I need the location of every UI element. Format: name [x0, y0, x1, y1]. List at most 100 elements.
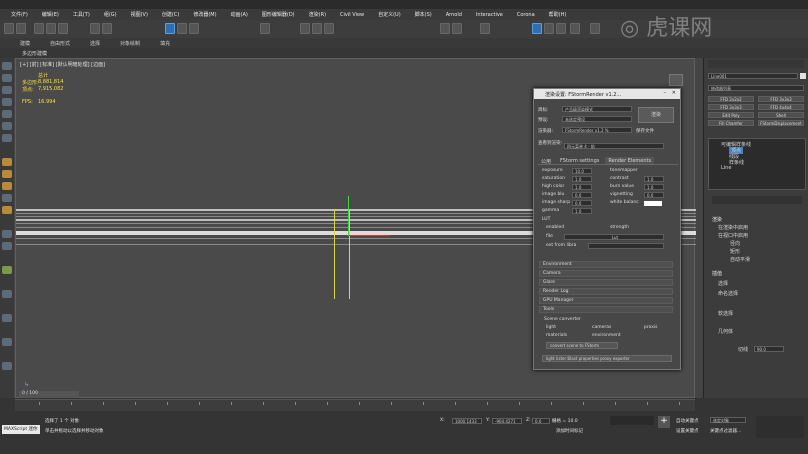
auto-smooth-checkbox[interactable]: 自动平滑: [730, 256, 750, 263]
rotate-icon[interactable]: [177, 23, 187, 34]
tree-icon[interactable]: [2, 266, 12, 274]
redo-icon[interactable]: [16, 23, 26, 34]
modifier-list-select[interactable]: 修改器列表: [708, 85, 804, 91]
systems-icon[interactable]: [2, 134, 12, 142]
ffd-3x3x3-button[interactable]: FFD 3x3x3: [758, 96, 804, 102]
menu-customize[interactable]: 自定义(U): [371, 11, 408, 18]
stack-controls[interactable]: [712, 196, 802, 204]
create-icon[interactable]: [2, 62, 12, 70]
param-value[interactable]: 1.0: [572, 176, 592, 182]
radial-radio[interactable]: 径向: [730, 240, 740, 247]
light-checkbox[interactable]: light: [546, 325, 556, 330]
rollout-selection[interactable]: 选择: [718, 280, 728, 287]
move-icon[interactable]: [165, 23, 175, 34]
teapot-icon[interactable]: [2, 170, 12, 178]
rollout-interpolation[interactable]: 插值: [712, 270, 722, 277]
rollout-environment[interactable]: Environment: [539, 261, 673, 268]
lut-library-select[interactable]: [588, 243, 664, 249]
menu-scripting[interactable]: 脚本(S): [408, 11, 439, 18]
param-value[interactable]: 0.0: [572, 192, 592, 198]
cone-icon[interactable]: [2, 242, 12, 250]
select-icon[interactable]: [90, 23, 100, 34]
tab-fstorm-settings[interactable]: FStorm settings: [557, 157, 602, 164]
ffd-3x3x3-button-2[interactable]: FFD 3x3x3: [708, 104, 754, 110]
tab-selection[interactable]: 选择: [90, 40, 100, 47]
playback-controls[interactable]: [610, 416, 654, 425]
viewcube-icon[interactable]: [669, 74, 683, 86]
fstorm-displacement-button[interactable]: FStormDisplacement: [758, 120, 804, 126]
helpers-icon[interactable]: [2, 110, 12, 118]
environment-checkbox[interactable]: environment: [592, 333, 621, 338]
modifier-stack[interactable]: 可编辑样条线 顶点 线段 样条线 Line: [708, 138, 806, 190]
ribbon-sub-label[interactable]: 多边形建模: [22, 50, 47, 57]
set-key-button[interactable]: 设置关键点: [676, 428, 699, 434]
param-value[interactable]: 1.0: [572, 184, 592, 190]
rendered-frame-icon[interactable]: [544, 23, 554, 34]
scene-explorer-icon[interactable]: [2, 314, 12, 322]
tab-render-elements[interactable]: Render Elements: [605, 157, 655, 164]
enable-in-viewport[interactable]: 在视口中启用: [718, 232, 748, 239]
param-value[interactable]: 0.0: [572, 200, 592, 206]
select-by-name-icon[interactable]: [102, 23, 112, 34]
sphere-icon[interactable]: [2, 158, 12, 166]
edit-poly-button[interactable]: Edit Poly: [708, 112, 754, 118]
dialog-title-bar[interactable]: 渲染设置: FStormRender v1.2...: [534, 89, 680, 99]
render-setup-dialog[interactable]: 渲染设置: FStormRender v1.2... – ✕ 目标: 产品级渲染…: [533, 88, 681, 370]
percent-snap-icon[interactable]: [324, 23, 334, 34]
key-filters-button[interactable]: 关键点过滤器...: [710, 428, 741, 434]
menu-arnold[interactable]: Arnold: [439, 12, 469, 18]
timeline[interactable]: 0 / 100: [15, 391, 695, 411]
fill-chamfer-button[interactable]: Fill Chamfer: [708, 120, 754, 126]
gizmo-y-axis[interactable]: [348, 196, 349, 236]
cut-value[interactable]: 90.0: [754, 346, 784, 352]
cameras-checkbox[interactable]: cameras: [592, 325, 611, 330]
rectangular-radio[interactable]: 矩形: [730, 248, 740, 255]
stack-item[interactable]: Line: [721, 165, 731, 171]
tab-object-paint[interactable]: 对象绘制: [120, 40, 140, 47]
render-icon[interactable]: [556, 23, 566, 34]
param-value[interactable]: 0.0: [644, 192, 664, 198]
set-key-icon[interactable]: +: [658, 416, 670, 428]
view-select[interactable]: 四元菜单 4 - 前: [564, 143, 664, 149]
param-value[interactable]: 1.0: [644, 176, 664, 182]
x-coordinate[interactable]: 1000.1433: [452, 418, 482, 424]
tab-freeform[interactable]: 自由形式: [50, 40, 70, 47]
menu-create[interactable]: 创建(C): [155, 11, 186, 18]
box-icon[interactable]: [2, 290, 12, 298]
snap-icon[interactable]: [300, 23, 310, 34]
unlink-icon[interactable]: [46, 23, 56, 34]
menu-tools[interactable]: 工具(T): [66, 11, 97, 18]
z-coordinate[interactable]: 0.0: [532, 418, 550, 424]
named-selection[interactable]: 命名选择: [718, 290, 738, 297]
y-coordinate[interactable]: -904.4271: [492, 418, 522, 424]
rollout-glare[interactable]: Glare: [539, 279, 673, 286]
spacewarps-icon[interactable]: [2, 122, 12, 130]
mirror-icon[interactable]: [440, 23, 450, 34]
menu-edit[interactable]: 编辑(E): [35, 11, 66, 18]
menu-animation[interactable]: 动画(A): [224, 11, 255, 18]
lut-enabled[interactable]: enabled: [546, 225, 564, 230]
menu-view[interactable]: 视图(V): [124, 11, 155, 18]
enable-in-renderer[interactable]: 在渲染中启用: [718, 224, 748, 231]
cameras-icon[interactable]: [2, 98, 12, 106]
display-icon[interactable]: [2, 362, 12, 370]
menu-modifiers[interactable]: 修改器(M): [186, 11, 223, 18]
param-value[interactable]: 10.0: [572, 168, 592, 174]
rollout-render[interactable]: 渲染: [712, 216, 722, 223]
spline-vertical-right[interactable]: [349, 209, 350, 299]
render-button[interactable]: 渲染: [638, 107, 674, 123]
shapes-icon[interactable]: [2, 74, 12, 82]
rollout-gpu-manager[interactable]: GPU Manager: [539, 297, 673, 304]
scale-icon[interactable]: [189, 23, 199, 34]
menu-help[interactable]: 帮助(H): [542, 11, 574, 18]
menu-civil-view[interactable]: Civil View: [333, 12, 371, 18]
link-icon[interactable]: [34, 23, 44, 34]
selected-dropdown[interactable]: 选定对象: [710, 417, 746, 423]
ffd-2x2x2-button[interactable]: FFD 2x2x2: [708, 96, 754, 102]
gizmo-x-axis[interactable]: [349, 235, 389, 236]
command-panel-tabs[interactable]: [708, 60, 804, 68]
auto-key-button[interactable]: 自动关键点: [676, 418, 699, 424]
render-setup-icon[interactable]: [532, 23, 542, 34]
light-lister-row[interactable]: light lister Blast properties proxy expo…: [542, 355, 672, 362]
undo-icon[interactable]: [4, 23, 14, 34]
